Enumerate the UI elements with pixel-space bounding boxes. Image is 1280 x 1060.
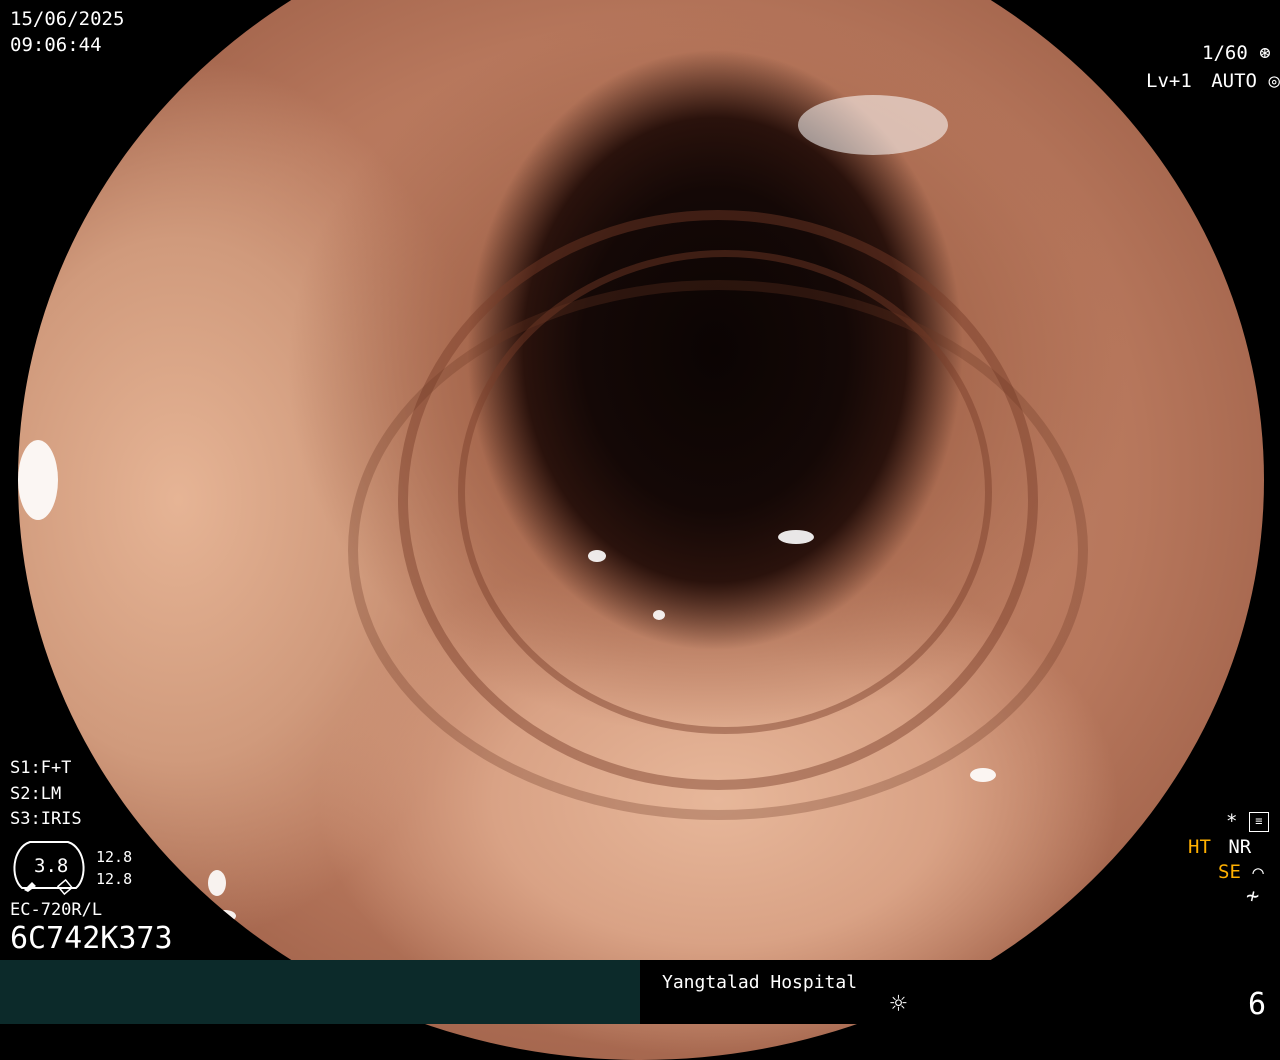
nr-label: NR [1228, 836, 1252, 858]
gauge-top-value: 12.8 [96, 848, 133, 866]
light-reflection [798, 95, 948, 155]
light-reflection [214, 910, 236, 922]
flash-off-icon: ≁ [1246, 884, 1260, 909]
light-reflection [970, 768, 996, 782]
date-label: 15/06/2025 [10, 8, 125, 30]
asterisk-indicator: * ≡ [1226, 812, 1269, 832]
se-label: SE [1218, 861, 1241, 883]
se-indicator: SE ⌒ [1218, 863, 1264, 882]
scope-model: EC-720R/L [10, 900, 103, 920]
ht-label: HT [1188, 836, 1211, 858]
switch-s3: S3:IRIS [10, 809, 82, 829]
squiggle-icon: ⌒ [1252, 861, 1264, 883]
hospital-name: Yangtalad Hospital [662, 972, 858, 993]
light-reflection [18, 440, 58, 520]
settings-icon: ≡ [1248, 812, 1269, 832]
endoscope-image [18, 0, 1264, 1060]
gauge-value: 3.8 [34, 855, 69, 877]
mucosal-fold [348, 280, 1088, 820]
shutter-speed: 1/60 ⊛ [1202, 44, 1271, 63]
ht-nr-indicator: HT NR [1188, 838, 1251, 857]
sun-icon: ☼ [890, 987, 907, 1020]
light-reflection [588, 550, 606, 562]
light-reflection [653, 610, 665, 620]
light-reflection [208, 870, 226, 896]
scope-serial: 6C742K373 [10, 921, 173, 956]
light-reflection [778, 530, 814, 544]
shutter-speed-value: 1/60 [1202, 42, 1248, 64]
gauge-bottom-value: 12.8 [96, 870, 133, 888]
level-value: Lv+1 [1146, 70, 1192, 92]
level-auto: Lv+1 AUTO ◎ [1146, 72, 1280, 91]
image-number: 6 [1248, 987, 1267, 1022]
gauge-icon: 3.8 [10, 838, 88, 896]
switch-s2: S2:LM [10, 784, 62, 804]
switch-s1: S1:F+T [10, 758, 72, 778]
iris-icon: ◎ [1268, 70, 1280, 92]
aperture-icon: ⊛ [1259, 42, 1271, 64]
time-label: 09:06:44 [10, 34, 102, 56]
status-bar-left [0, 960, 640, 1024]
auto-mode: AUTO [1211, 70, 1257, 92]
asterisk-label: * [1226, 810, 1238, 833]
